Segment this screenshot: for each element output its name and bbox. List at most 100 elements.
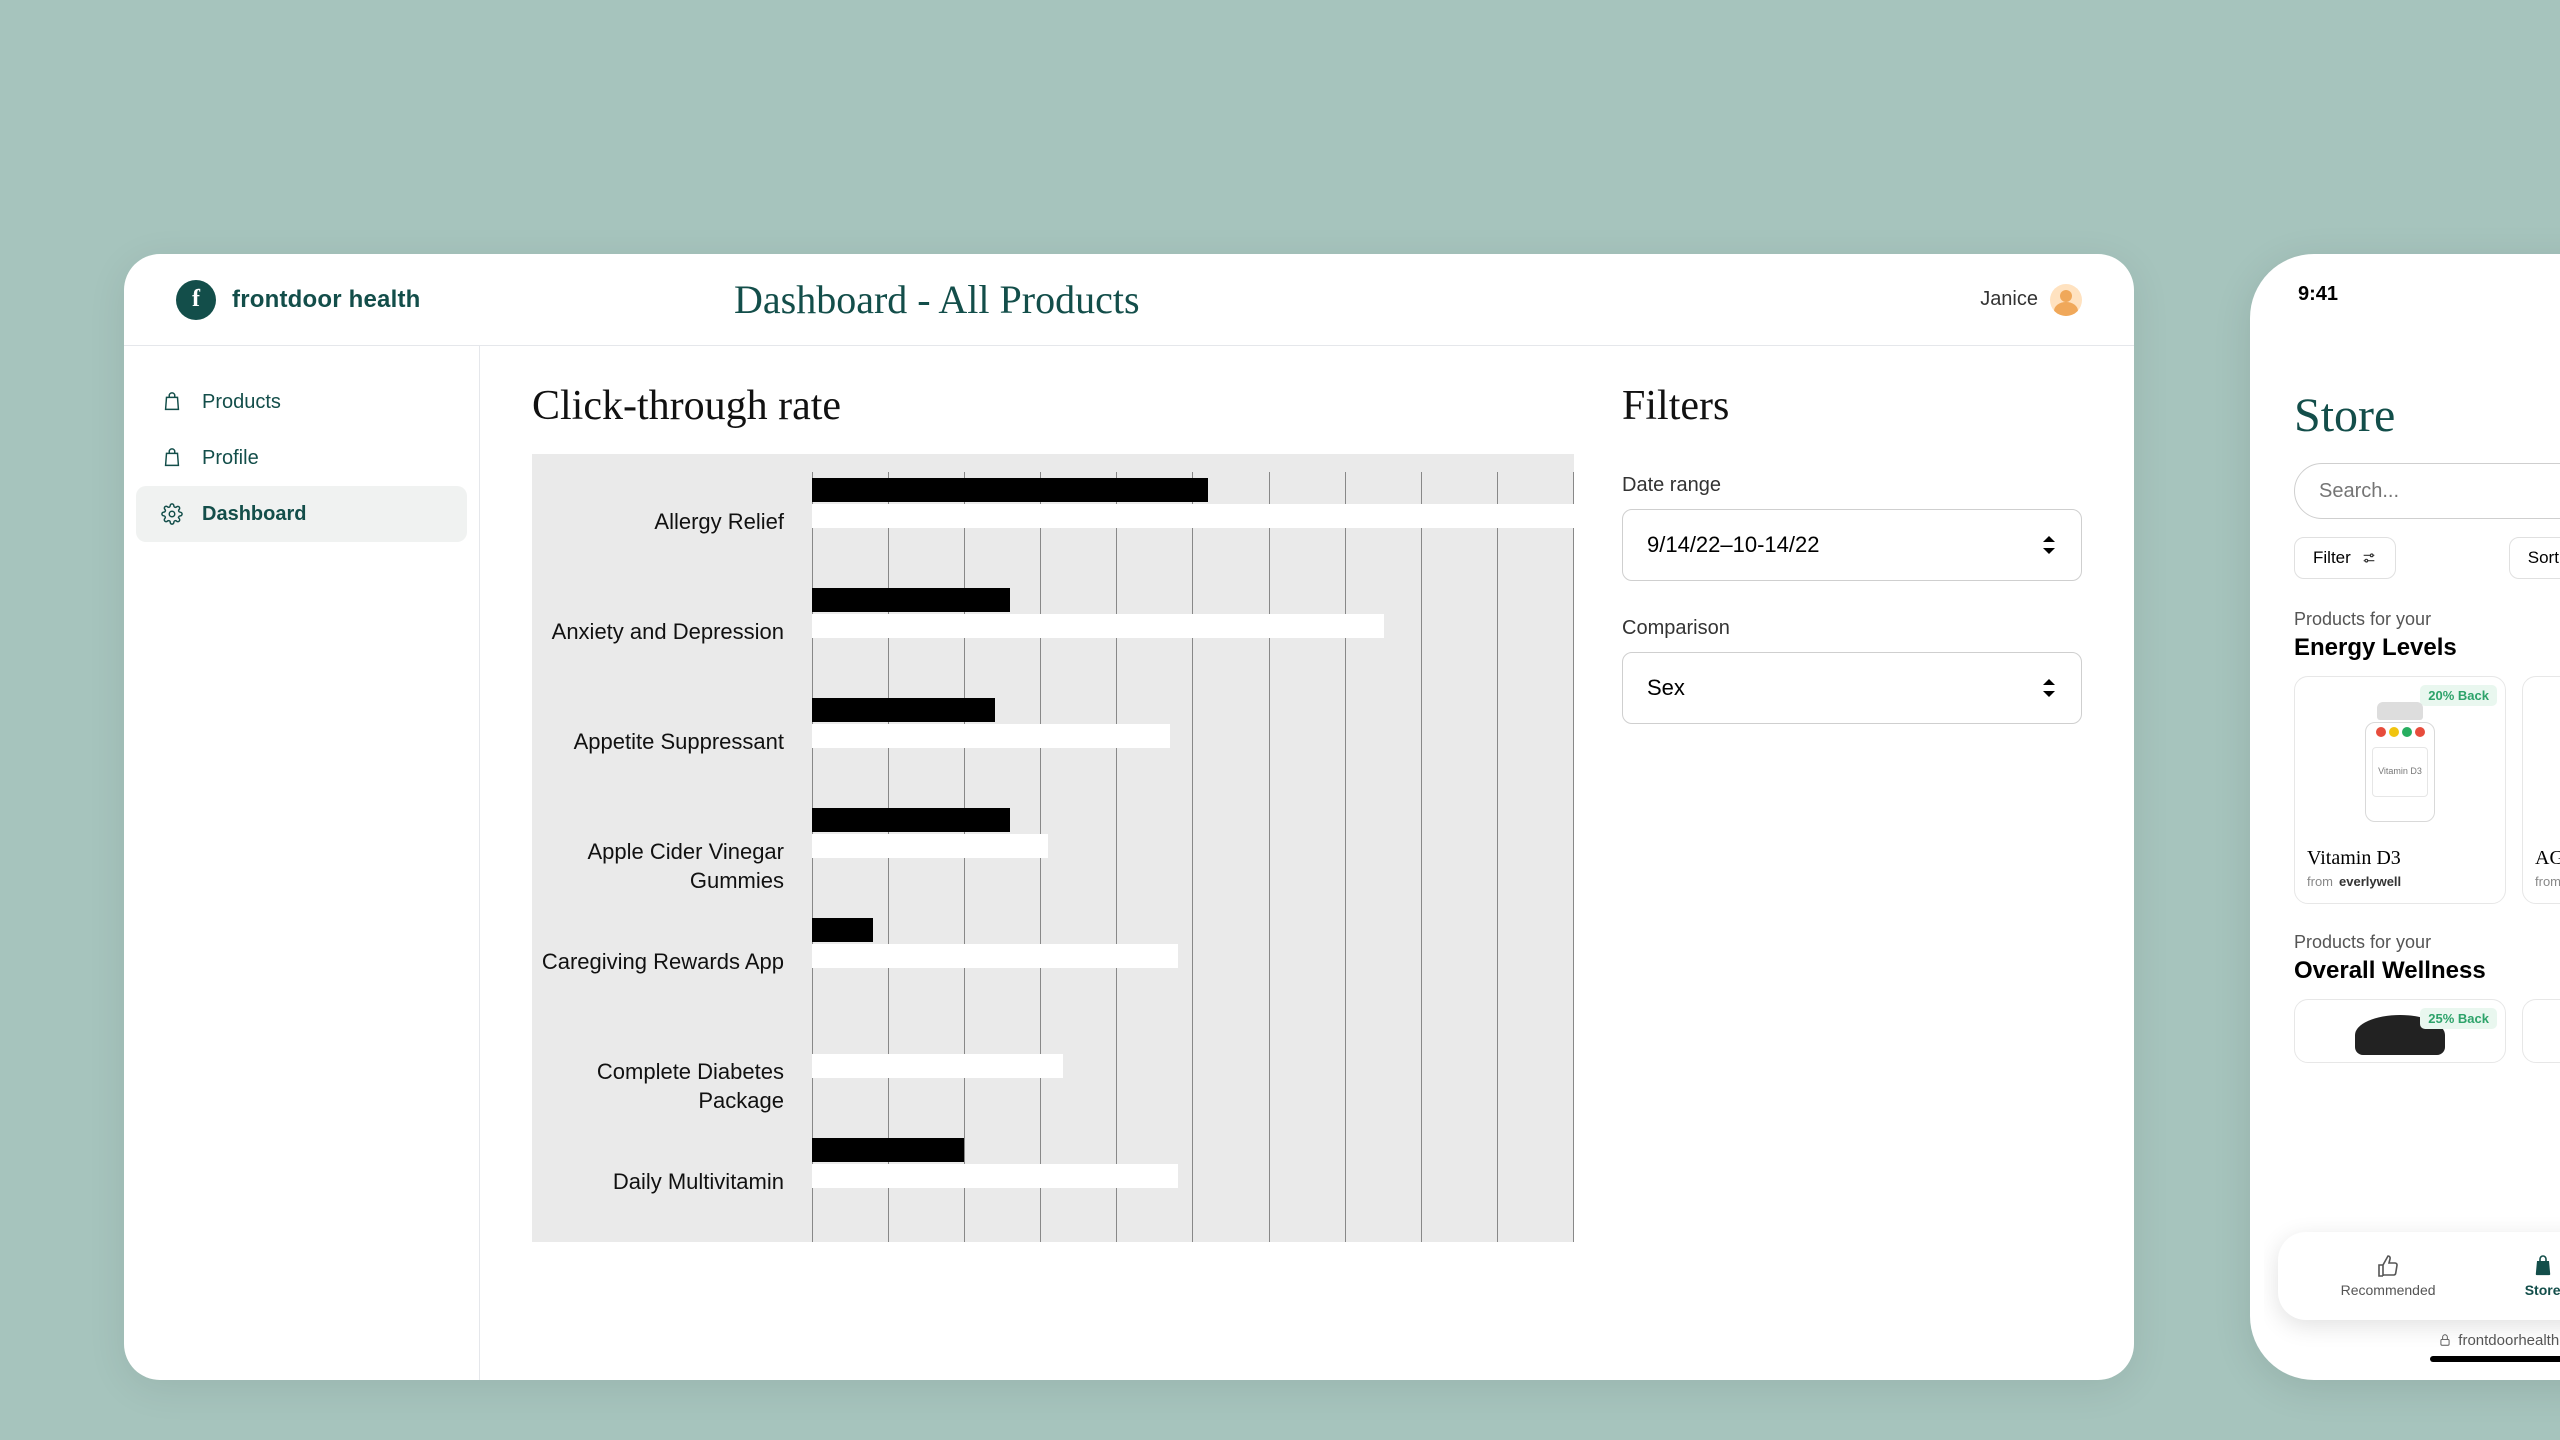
bar-series-a <box>812 1138 964 1162</box>
tab-label: Store <box>2525 1282 2560 1298</box>
chart-category-label: Complete Diabetes Package <box>532 1022 812 1115</box>
product-card[interactable]: 25% Back <box>2294 999 2506 1063</box>
chart-row: Caregiving Rewards App <box>532 912 1574 1022</box>
product-brand: fromeverlywell <box>2307 874 2493 889</box>
sidebar-item-label: Profile <box>202 447 259 470</box>
sidebar-item-label: Products <box>202 391 281 414</box>
bars-zone <box>812 1132 1574 1242</box>
product-image: AG1 <box>2535 687 2560 837</box>
product-card-ag1[interactable]: 15% Back AG1 AG1 fromathletic greens <box>2522 676 2560 904</box>
store-title: Store <box>2294 388 2560 443</box>
bag-icon <box>2531 1254 2555 1278</box>
bar-series-b <box>812 1054 1063 1078</box>
filters-pane: Filters Date range 9/14/22–10-14/22 Comp… <box>1622 382 2082 1380</box>
bar-series-b <box>812 504 1574 528</box>
product-row-energy[interactable]: 20% Back Vitamin D3 Vitamin D3 fromeverl… <box>2294 676 2560 904</box>
bar-series-a <box>812 588 1010 612</box>
home-indicator[interactable] <box>2430 1356 2560 1362</box>
sidebar-item-profile[interactable]: Profile <box>136 430 467 486</box>
bar-series-a <box>812 918 873 942</box>
phone-mock: 9:41 Janice Store <box>2250 254 2560 1380</box>
chart-category-label: Appetite Suppressant <box>532 692 812 757</box>
product-card-vitamin-d3[interactable]: 20% Back Vitamin D3 Vitamin D3 fromeverl… <box>2294 676 2506 904</box>
section-title: Overall Wellness <box>2294 957 2560 985</box>
bars-zone <box>812 692 1574 802</box>
date-range-value: 9/14/22–10-14/22 <box>1647 532 1820 558</box>
dashboard-window: f frontdoor health Dashboard - All Produ… <box>124 254 2134 1380</box>
tab-store[interactable]: Store <box>2525 1254 2560 1298</box>
bar-series-a <box>812 808 1010 832</box>
phone-header: Janice <box>2264 320 2560 382</box>
date-range-label: Date range <box>1622 474 2082 497</box>
bar-series-b <box>812 724 1170 748</box>
comparison-value: Sex <box>1647 675 1685 701</box>
bar-series-b <box>812 1164 1178 1188</box>
brand: f frontdoor health <box>176 280 421 320</box>
filter-button[interactable]: Filter <box>2294 537 2396 579</box>
bars-zone <box>812 472 1574 582</box>
chart-title: Click-through rate <box>532 382 1574 430</box>
bar-series-b <box>812 834 1048 858</box>
tab-recommended[interactable]: Recommended <box>2341 1254 2436 1298</box>
filters-title: Filters <box>1622 382 2082 430</box>
bar-series-b <box>812 944 1178 968</box>
product-name: Vitamin D3 <box>2307 847 2493 870</box>
url-bar[interactable]: frontdoorhealth.com <box>2278 1324 2560 1356</box>
bag-icon <box>160 390 184 414</box>
tab-bar: Recommended Store Profile <box>2278 1232 2560 1320</box>
chart-row: Allergy Relief <box>532 454 1574 582</box>
sort-label: Sort by recommended <box>2528 548 2560 568</box>
bars-zone <box>812 1022 1574 1132</box>
ctr-bar-chart: Allergy ReliefAnxiety and Depression Appe… <box>532 454 1574 1242</box>
user-name: Janice <box>1980 288 2038 311</box>
filter-label: Filter <box>2313 548 2351 568</box>
product-card[interactable]: 25% Back <box>2522 999 2560 1063</box>
status-time: 9:41 <box>2298 283 2338 306</box>
sort-icon <box>2041 679 2057 697</box>
brand-name: frontdoor health <box>232 286 421 314</box>
date-range-select[interactable]: 9/14/22–10-14/22 <box>1622 509 2082 581</box>
logo-icon: f <box>176 280 216 320</box>
chart-category-label: Anxiety and Depression <box>532 582 812 647</box>
section-title: Energy Levels <box>2294 634 2560 662</box>
bar-series-b <box>812 614 1384 638</box>
lock-icon <box>2438 1333 2452 1347</box>
avatar-icon <box>2050 284 2082 316</box>
user-chip[interactable]: Janice <box>1980 284 2082 316</box>
url-text: frontdoorhealth.com <box>2458 1332 2560 1349</box>
product-row-wellness[interactable]: 25% Back 25% Back <box>2294 999 2560 1063</box>
product-name: AG1 <box>2535 847 2560 870</box>
chart-category-label: Apple Cider Vinegar Gummies <box>532 802 812 895</box>
sidebar-item-dashboard[interactable]: Dashboard <box>136 486 467 542</box>
sort-icon <box>2041 536 2057 554</box>
search-input[interactable] <box>2319 480 2560 503</box>
chart-row: Anxiety and Depression <box>532 582 1574 692</box>
page-title: Dashboard - All Products <box>734 276 1140 323</box>
bars-zone <box>812 582 1574 692</box>
chart-row: Appetite Suppressant <box>532 692 1574 802</box>
tab-label: Recommended <box>2341 1282 2436 1298</box>
section-kicker: Products for your <box>2294 932 2560 953</box>
section-kicker: Products for your <box>2294 609 2560 630</box>
bag-icon <box>160 446 184 470</box>
status-bar: 9:41 <box>2264 268 2560 320</box>
chart-pane: Click-through rate Allergy ReliefAnxiety… <box>532 382 1574 1380</box>
bars-zone <box>812 802 1574 912</box>
chart-category-label: Caregiving Rewards App <box>532 912 812 977</box>
sidebar: Products Profile Dashboard <box>124 346 480 1380</box>
product-brand: fromathletic greens <box>2535 874 2560 889</box>
gear-icon <box>160 502 184 526</box>
sidebar-item-products[interactable]: Products <box>136 374 467 430</box>
bars-zone <box>812 912 1574 1022</box>
top-bar: f frontdoor health Dashboard - All Produ… <box>124 254 2134 346</box>
product-image: Vitamin D3 <box>2307 687 2493 837</box>
thumb-icon <box>2376 1254 2400 1278</box>
sliders-icon <box>2361 550 2377 566</box>
search-bar[interactable] <box>2294 463 2560 519</box>
chart-row: Apple Cider Vinegar Gummies <box>532 802 1574 912</box>
chart-row: Complete Diabetes Package <box>532 1022 1574 1132</box>
comparison-label: Comparison <box>1622 617 2082 640</box>
sort-button[interactable]: Sort by recommended <box>2509 537 2560 579</box>
comparison-select[interactable]: Sex <box>1622 652 2082 724</box>
sidebar-item-label: Dashboard <box>202 503 306 526</box>
